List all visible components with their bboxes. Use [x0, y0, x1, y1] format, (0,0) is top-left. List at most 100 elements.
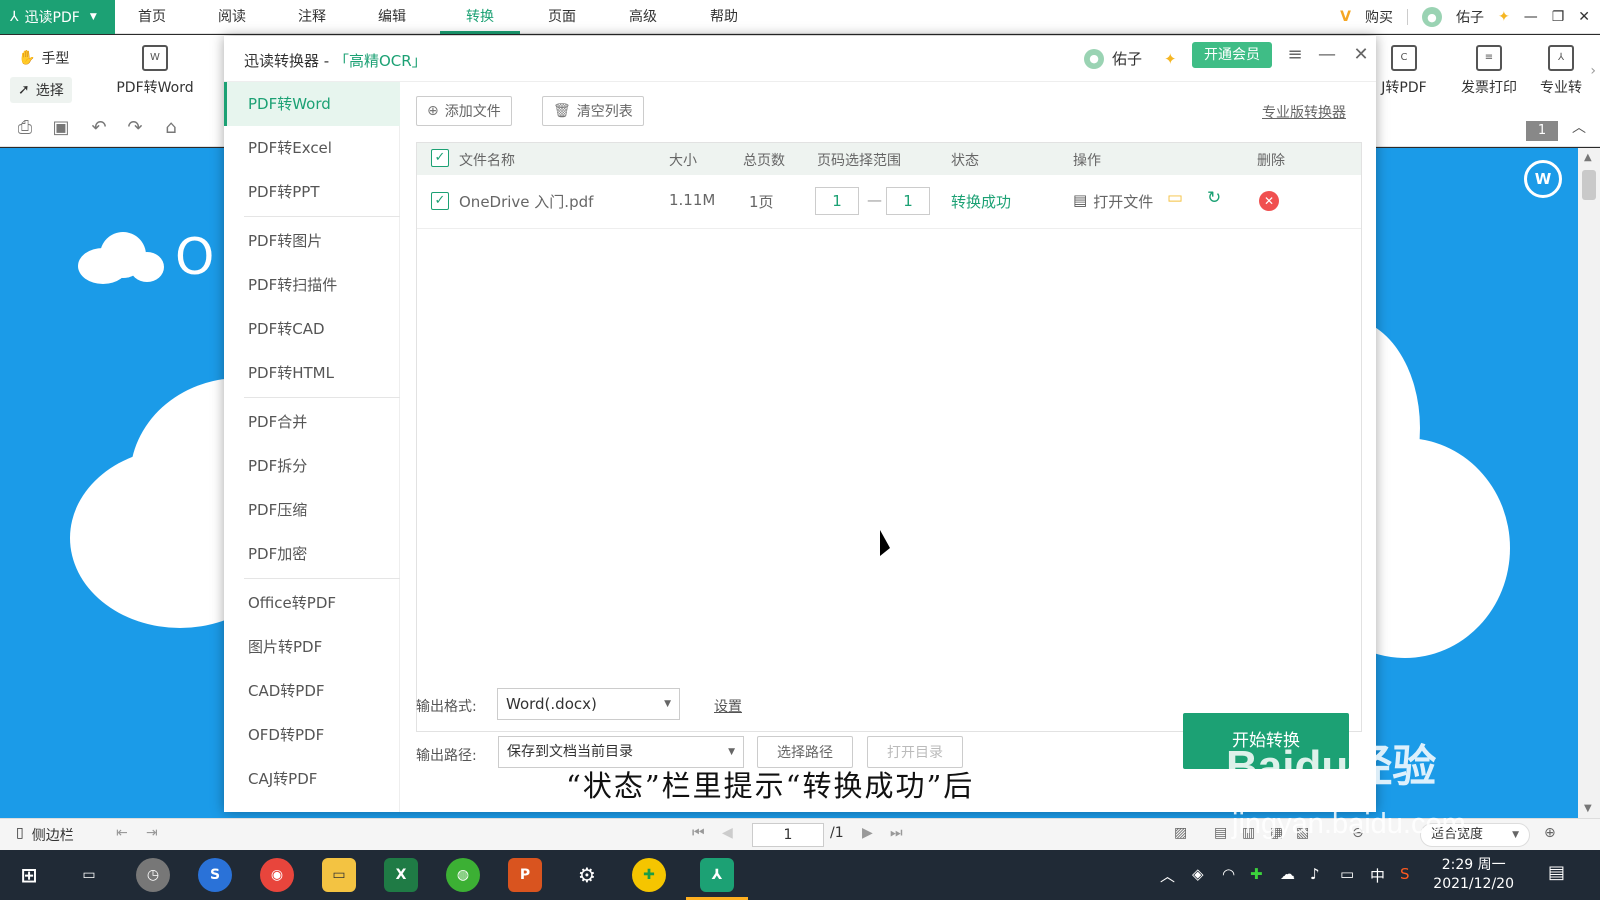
- caj-to-pdf-tool[interactable]: C J转PDF: [1374, 45, 1434, 101]
- menu-tab-read[interactable]: 阅读: [192, 0, 272, 34]
- windows-start-icon[interactable]: ⊞: [12, 858, 46, 892]
- prev-view-icon[interactable]: ⇤: [116, 825, 128, 841]
- clock[interactable]: 2:29 周一 2021/12/20: [1433, 856, 1514, 894]
- sidebar-item-pdf-to-scan[interactable]: PDF转扫描件: [224, 263, 400, 307]
- sidebar-item-pdf-to-word[interactable]: PDF转Word: [224, 82, 400, 126]
- select-all-checkbox[interactable]: ✓: [431, 149, 449, 167]
- row-checkbox[interactable]: ✓: [431, 192, 449, 210]
- dialog-user[interactable]: ● 佑子 ✦: [1084, 48, 1177, 69]
- next-view-icon[interactable]: ⇥: [146, 825, 158, 841]
- wifi-icon[interactable]: ◠: [1222, 865, 1235, 883]
- delete-row-icon[interactable]: ✕: [1259, 191, 1279, 211]
- invoice-print-tool[interactable]: ≡ 发票打印: [1454, 45, 1524, 101]
- open-file-button[interactable]: ▤ 打开文件: [1073, 191, 1153, 212]
- menu-tab-help[interactable]: 帮助: [684, 0, 764, 34]
- menu-tab-home[interactable]: 首页: [112, 0, 192, 34]
- tray-security-icon[interactable]: ✚: [1250, 865, 1263, 883]
- vip-button[interactable]: 开通会员: [1192, 42, 1272, 68]
- close-icon[interactable]: ✕: [1578, 9, 1590, 25]
- sidebar-item-image-to-pdf[interactable]: 图片转PDF: [224, 625, 400, 669]
- sidebar-item-pdf-to-cad[interactable]: PDF转CAD: [224, 307, 400, 351]
- redo-icon[interactable]: ↷: [124, 117, 146, 139]
- notification-icon[interactable]: ▤: [1548, 862, 1565, 883]
- menu-tab-page[interactable]: 页面: [522, 0, 602, 34]
- volume-icon[interactable]: ♪: [1310, 865, 1320, 883]
- menu-tab-edit[interactable]: 编辑: [352, 0, 432, 34]
- chevron-right-icon[interactable]: ›: [1590, 63, 1596, 79]
- folder-icon[interactable]: ▭: [1167, 188, 1183, 208]
- page-from-input[interactable]: 1: [815, 187, 859, 215]
- ime-indicator[interactable]: 中: [1370, 865, 1385, 886]
- sidebar-item-pdf-split[interactable]: PDF拆分: [224, 444, 400, 488]
- settings-gear-icon[interactable]: ⚙: [570, 858, 604, 892]
- page-to-input[interactable]: 1: [886, 187, 930, 215]
- settings-link[interactable]: 设置: [714, 696, 742, 716]
- wechat-icon[interactable]: ◍: [446, 858, 480, 892]
- hand-tool-button[interactable]: ✋ 手型: [10, 45, 77, 71]
- onedrive-cloud-icon[interactable]: ☁: [1280, 865, 1295, 883]
- undo-icon[interactable]: ↶: [88, 117, 110, 139]
- sidebar-item-pdf-to-excel[interactable]: PDF转Excel: [224, 126, 400, 170]
- menu-tab-convert[interactable]: 转换: [440, 0, 520, 34]
- scroll-down-icon[interactable]: ▼: [1584, 803, 1592, 814]
- buy-link[interactable]: 购买: [1365, 7, 1393, 27]
- security-app-icon[interactable]: ✚: [632, 858, 666, 892]
- refresh-icon[interactable]: ↻: [1207, 188, 1221, 208]
- tray-app-icon[interactable]: ◈: [1192, 865, 1204, 883]
- output-format-select[interactable]: Word(.docx) ▼: [497, 688, 680, 720]
- chevron-up-icon[interactable]: ︿: [1572, 117, 1586, 137]
- tray-chevron-icon[interactable]: ︿: [1160, 865, 1175, 886]
- menu-tab-advanced[interactable]: 高级: [603, 0, 683, 34]
- sidebar-item-pdf-to-ppt[interactable]: PDF转PPT: [224, 170, 400, 214]
- sidebar-item-pdf-compress[interactable]: PDF压缩: [224, 488, 400, 532]
- vertical-scrollbar[interactable]: ▲ ▼: [1578, 148, 1600, 818]
- menu-icon[interactable]: ≡: [1284, 44, 1306, 65]
- file-explorer-icon[interactable]: ▭: [322, 858, 356, 892]
- pro-convert-tool[interactable]: ⅄ 专业转: [1538, 45, 1584, 101]
- pdf-to-word-tool[interactable]: W PDF转Word: [110, 45, 200, 101]
- zoom-in-icon[interactable]: ⊕: [1544, 825, 1556, 841]
- next-page-icon[interactable]: ▶: [862, 825, 873, 841]
- app-logo-button[interactable]: ⅄ 迅读PDF ▼: [0, 0, 115, 34]
- sidebar-item-pdf-encrypt[interactable]: PDF加密: [224, 532, 400, 576]
- scroll-up-icon[interactable]: ▲: [1584, 152, 1592, 163]
- fit-icon[interactable]: ▨: [1174, 825, 1187, 841]
- sogou-ime-icon[interactable]: S: [1400, 865, 1410, 883]
- close-icon[interactable]: ✕: [1350, 44, 1372, 65]
- sidebar-item-caj-to-pdf[interactable]: CAJ转PDF: [224, 757, 400, 801]
- menu-tab-annotate[interactable]: 注释: [272, 0, 352, 34]
- task-view-icon[interactable]: ▭: [72, 858, 106, 892]
- clear-list-button[interactable]: 🗑 清空列表: [542, 96, 644, 126]
- page-number-input[interactable]: 1: [752, 823, 824, 847]
- sidebar-item-pdf-to-html[interactable]: PDF转HTML: [224, 351, 400, 395]
- excel-icon[interactable]: X: [384, 858, 418, 892]
- restore-icon[interactable]: ❐: [1552, 9, 1565, 25]
- scrollbar-thumb[interactable]: [1582, 170, 1596, 200]
- first-page-icon[interactable]: ⏮: [692, 825, 705, 841]
- add-file-button[interactable]: ⊕ 添加文件: [416, 96, 512, 126]
- sidebar-item-pdf-to-image[interactable]: PDF转图片: [224, 219, 400, 263]
- minimize-icon[interactable]: —: [1316, 44, 1338, 65]
- select-tool-button[interactable]: ➚ 选择: [10, 77, 72, 103]
- powerpoint-icon[interactable]: P: [508, 858, 542, 892]
- sidebar-item-cad-to-pdf[interactable]: CAD转PDF: [224, 669, 400, 713]
- pro-converter-link[interactable]: 专业版转换器: [1262, 102, 1346, 122]
- save-icon[interactable]: ▣: [50, 117, 72, 139]
- print-icon[interactable]: ⎙: [14, 117, 36, 139]
- sidebar-item-ofd-to-pdf[interactable]: OFD转PDF: [224, 713, 400, 757]
- avatar[interactable]: ●: [1421, 7, 1442, 27]
- home-icon[interactable]: ⌂: [160, 117, 182, 139]
- sidebar-item-pdf-merge[interactable]: PDF合并: [224, 400, 400, 444]
- prev-page-icon[interactable]: ◀: [722, 825, 733, 841]
- battery-icon[interactable]: ▭: [1340, 865, 1354, 883]
- convert-to-word-float-icon[interactable]: W: [1524, 160, 1562, 198]
- last-page-icon[interactable]: ⏭: [890, 825, 903, 841]
- minimize-icon[interactable]: —: [1524, 9, 1538, 25]
- sidebar-toggle[interactable]: ▯ 侧边栏: [16, 825, 74, 845]
- xundu-pdf-taskbar-icon[interactable]: ⅄: [700, 858, 734, 892]
- single-page-icon[interactable]: ▤: [1214, 825, 1227, 841]
- chrome-icon[interactable]: ◉: [260, 858, 294, 892]
- ocr-link[interactable]: 「高精OCR」: [334, 52, 427, 70]
- medal-icon[interactable]: ✦: [1498, 9, 1510, 25]
- clock-app-icon[interactable]: ◷: [136, 858, 170, 892]
